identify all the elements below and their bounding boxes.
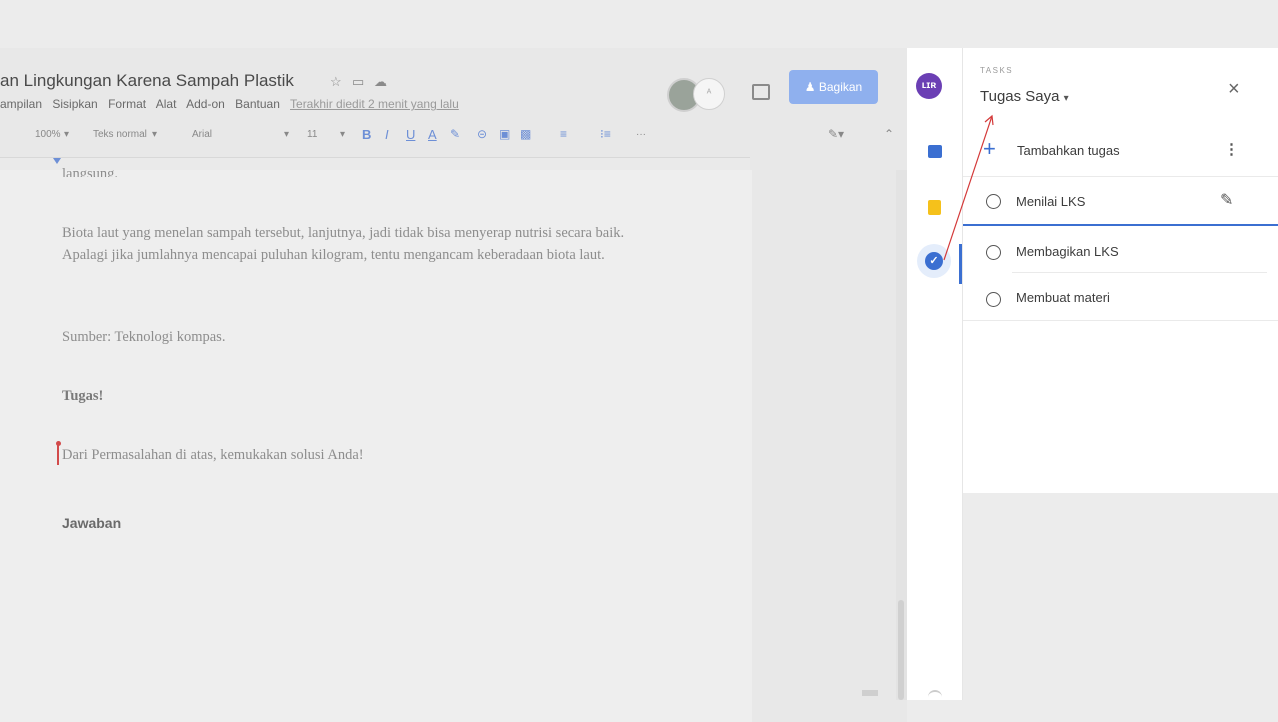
annotation-arrow xyxy=(943,114,994,261)
collapse-toolbar-icon[interactable]: ⌃ xyxy=(884,127,894,141)
line-spacing-icon[interactable]: ⁝≡ xyxy=(600,127,611,141)
share-label: Bagikan xyxy=(818,80,863,94)
editing-mode-icon[interactable]: ✎▾ xyxy=(828,127,844,141)
task-label[interactable]: Menilai LKS xyxy=(1016,194,1085,209)
chevron-down-icon[interactable]: ▾ xyxy=(64,129,69,140)
chevron-down-icon: ▾ xyxy=(1063,93,1069,104)
partial-text-line[interactable]: langsung. xyxy=(62,163,662,177)
scrollbar-thumb[interactable] xyxy=(898,600,904,700)
bold-button[interactable]: B xyxy=(362,127,371,142)
cloud-status-icon[interactable]: ☁ xyxy=(374,74,387,90)
underline-button[interactable]: U xyxy=(406,127,415,142)
style-select[interactable]: Teks normal xyxy=(93,129,147,140)
answer-heading[interactable]: Jawaban xyxy=(62,515,121,531)
row-divider xyxy=(963,320,1278,321)
anonymous-viewer-avatar[interactable]: ᴬ xyxy=(693,78,725,110)
formatting-toolbar: 100% ▾ Teks normal ▾ Arial ▾ 11 ▾ B I U … xyxy=(0,122,907,148)
task-list-name: Tugas Saya xyxy=(980,88,1060,105)
cursor-marker-icon xyxy=(56,441,61,446)
document-title[interactable]: an Lingkungan Karena Sampah Plastik xyxy=(0,71,294,91)
task-label[interactable]: Membuat materi xyxy=(1016,290,1110,305)
source-line[interactable]: Sumber: Teknologi kompas. xyxy=(62,326,225,348)
text-color-button[interactable]: A xyxy=(428,127,437,142)
panel-eyebrow: TASKS xyxy=(980,66,1014,75)
image-icon[interactable]: ▩ xyxy=(520,127,531,141)
edit-pencil-icon[interactable]: ✎ xyxy=(1220,190,1233,210)
more-vert-icon[interactable]: ⋮ xyxy=(1224,140,1239,158)
text-cursor xyxy=(57,445,59,465)
comment-history-icon[interactable] xyxy=(752,84,770,100)
folder-icon[interactable]: ▭ xyxy=(352,74,364,90)
indent-marker-icon[interactable] xyxy=(53,158,61,164)
chevron-down-icon[interactable]: ▾ xyxy=(340,129,345,140)
align-icon[interactable]: ≡ xyxy=(560,127,567,141)
task-heading[interactable]: Tugas! xyxy=(62,385,103,407)
menu-addons[interactable]: Add-on xyxy=(186,97,225,111)
add-task-button[interactable]: Tambahkan tugas xyxy=(1017,143,1120,158)
link-icon[interactable]: ⊝ xyxy=(477,127,487,141)
body-paragraph[interactable]: Biota laut yang menelan sampah tersebut,… xyxy=(62,222,662,266)
font-select[interactable]: Arial xyxy=(192,129,212,140)
menu-view[interactable]: ampilan xyxy=(0,97,42,111)
star-icon[interactable]: ☆ xyxy=(330,74,342,90)
task-item[interactable] xyxy=(963,226,1278,274)
highlight-icon[interactable]: ✎ xyxy=(450,127,460,141)
last-edit-link[interactable]: Terakhir diedit 2 menit yang lalu xyxy=(290,97,459,111)
chevron-down-icon[interactable]: ▾ xyxy=(284,129,289,140)
more-options-button[interactable]: ··· xyxy=(636,129,646,140)
share-button[interactable]: ♟ Bagikan xyxy=(789,70,878,104)
menu-insert[interactable]: Sisipkan xyxy=(52,97,97,111)
task-checkbox[interactable] xyxy=(986,292,1001,307)
comment-add-icon[interactable]: ▣ xyxy=(499,127,510,141)
account-avatar[interactable]: ʟɪʀ xyxy=(916,73,942,99)
task-list-selector[interactable]: Tugas Saya ▾ xyxy=(980,88,1069,105)
question-line[interactable]: Dari Permasalahan di atas, kemukakan sol… xyxy=(62,444,364,466)
person-add-icon: ♟ xyxy=(804,80,819,94)
chevron-down-icon[interactable]: ▾ xyxy=(152,129,157,140)
task-label[interactable]: Membagikan LKS xyxy=(1016,244,1119,259)
task-item[interactable] xyxy=(963,273,1278,321)
menu-bar: ampilan Sisipkan Format Alat Add-on Bant… xyxy=(0,97,466,111)
zoom-select[interactable]: 100% xyxy=(35,129,61,140)
explore-button[interactable] xyxy=(862,690,878,696)
menu-help[interactable]: Bantuan xyxy=(235,97,280,111)
expand-rail-icon[interactable] xyxy=(928,690,942,698)
menu-tools[interactable]: Alat xyxy=(156,97,177,111)
menu-format[interactable]: Format xyxy=(108,97,146,111)
italic-button[interactable]: I xyxy=(385,127,389,142)
close-icon[interactable]: × xyxy=(1228,78,1240,101)
font-size-field[interactable]: 11 xyxy=(307,129,317,140)
